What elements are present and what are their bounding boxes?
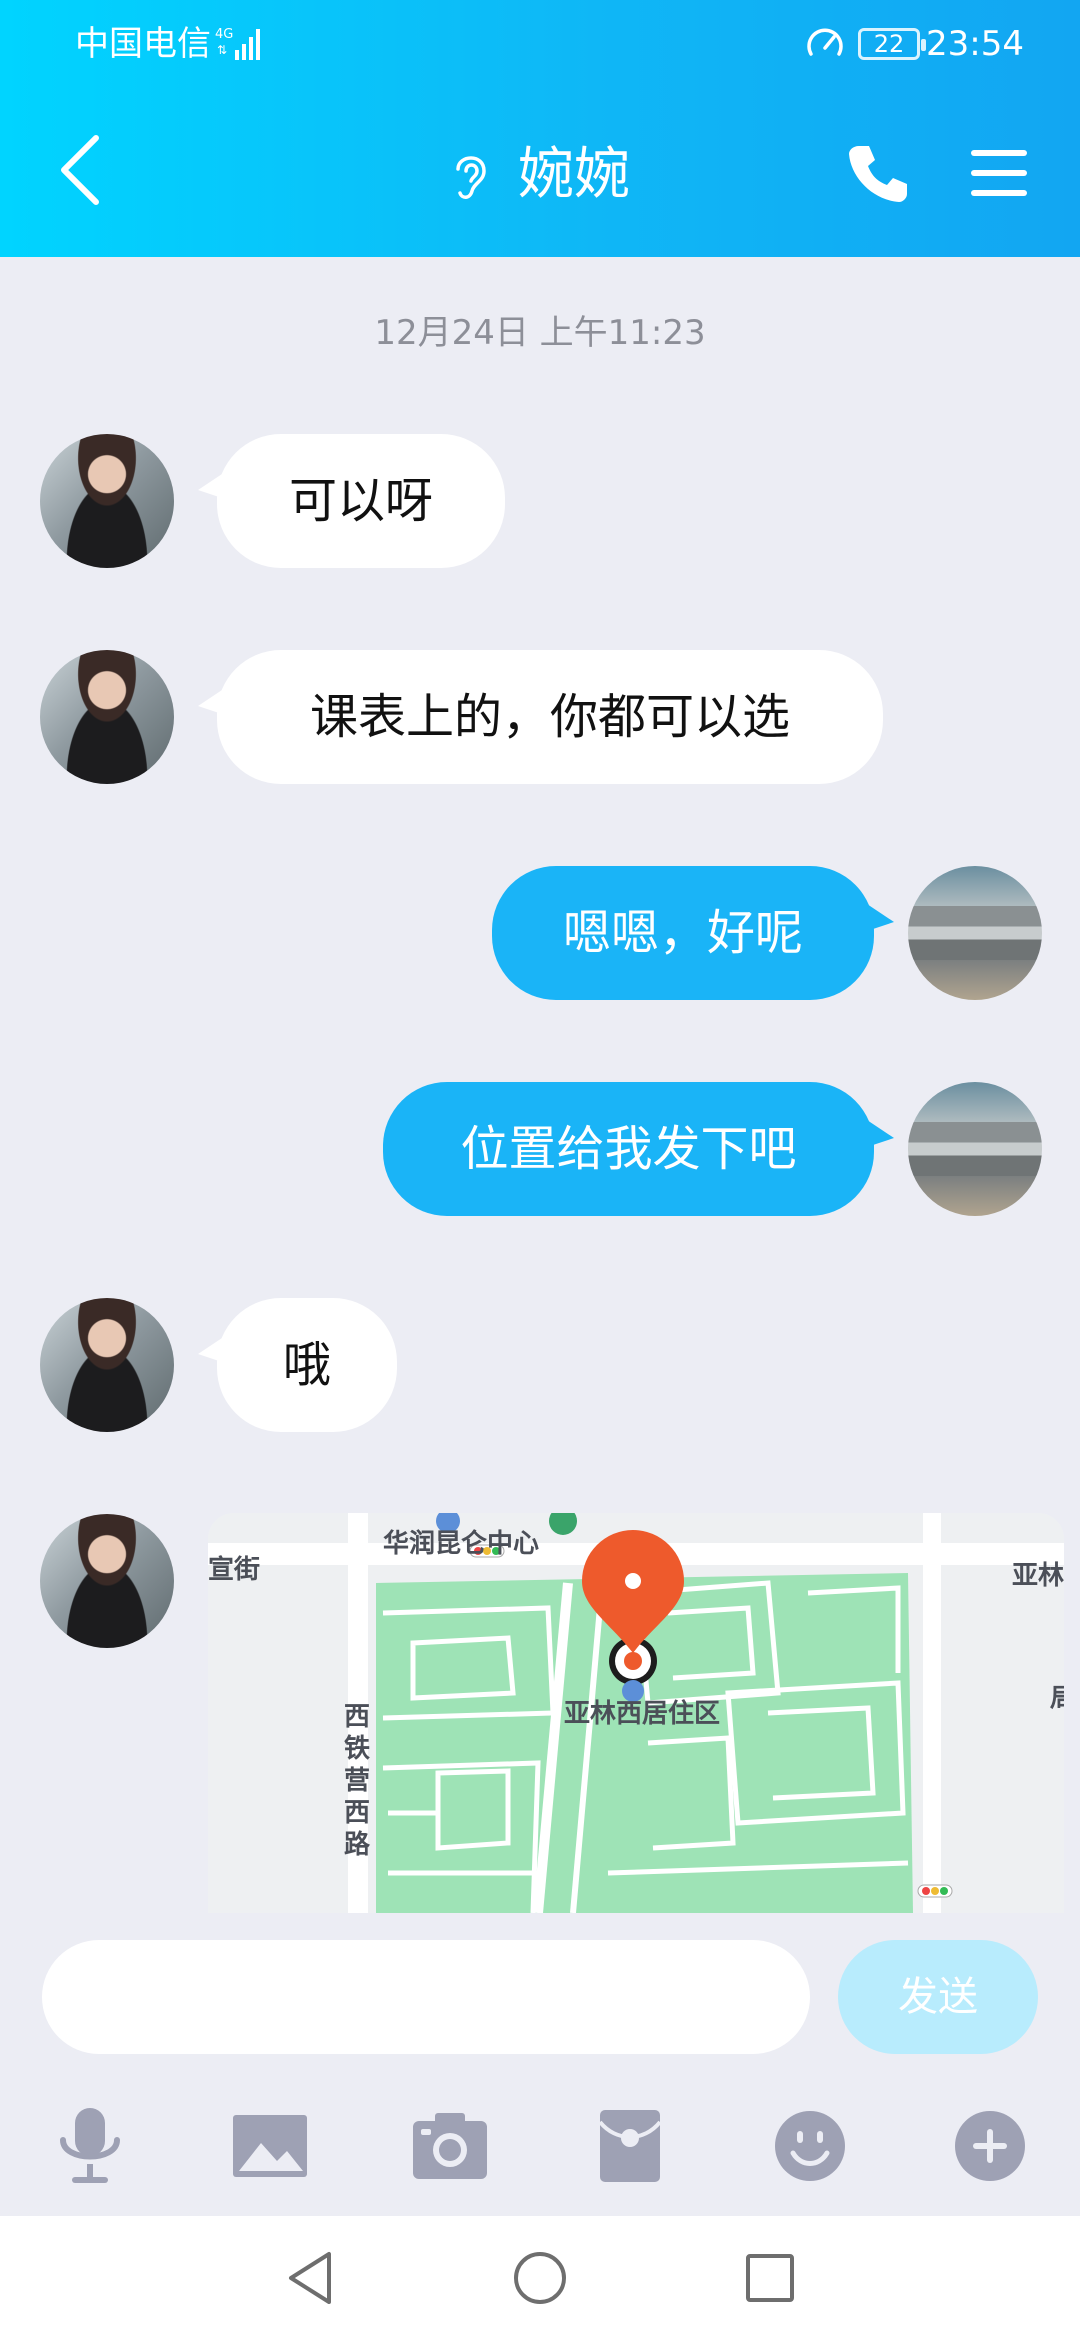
camera-button[interactable] bbox=[410, 2106, 490, 2186]
image-icon bbox=[233, 2115, 307, 2177]
map-label-left: 宣街 bbox=[208, 1555, 261, 1585]
call-button[interactable] bbox=[845, 140, 911, 206]
menu-button[interactable] bbox=[965, 140, 1031, 206]
location-card[interactable]: 华润昆仑中心 宣街 亚林 局 西铁营西路 亚林西居住区 bbox=[208, 1513, 1064, 1913]
contact-avatar[interactable] bbox=[40, 1298, 174, 1432]
message-bubble-incoming[interactable]: 课表上的，你都可以选 bbox=[217, 650, 883, 784]
my-avatar[interactable] bbox=[908, 866, 1042, 1000]
image-button[interactable] bbox=[230, 2106, 310, 2186]
speed-icon bbox=[807, 28, 843, 56]
my-avatar[interactable] bbox=[908, 1082, 1042, 1216]
message-bubble-incoming[interactable]: 哦 bbox=[217, 1298, 397, 1432]
chat-header: 中国电信 4G ⇅ 22 23:54 婉婉 bbox=[0, 0, 1080, 257]
map-label-right: 亚林 bbox=[1012, 1561, 1064, 1591]
status-bar: 中国电信 4G ⇅ 22 23:54 bbox=[0, 0, 1080, 90]
title-area: 婉婉 bbox=[0, 135, 1080, 215]
contact-avatar[interactable] bbox=[40, 1514, 174, 1648]
message-bubble-incoming[interactable]: 可以呀 bbox=[217, 434, 505, 568]
emoji-button[interactable] bbox=[770, 2106, 850, 2186]
circle-home-icon bbox=[514, 2252, 566, 2304]
battery-indicator: 22 bbox=[858, 28, 926, 60]
plus-icon bbox=[955, 2111, 1025, 2181]
microphone-icon bbox=[60, 2108, 120, 2183]
contact-avatar[interactable] bbox=[40, 650, 174, 784]
message-input[interactable] bbox=[42, 1940, 810, 2054]
contact-name: 婉婉 bbox=[518, 142, 630, 207]
map-place-name: 亚林西居住区 bbox=[564, 1699, 721, 1729]
network-type: 4G bbox=[215, 27, 233, 42]
message-bubble-outgoing[interactable]: 位置给我发下吧 bbox=[383, 1082, 874, 1216]
camera-icon bbox=[413, 2113, 487, 2179]
voice-button[interactable] bbox=[50, 2106, 130, 2186]
nav-recents-button[interactable] bbox=[738, 2246, 802, 2310]
send-button[interactable]: 发送 bbox=[838, 1940, 1038, 2054]
map-label-edge: 局 bbox=[1050, 1684, 1064, 1714]
square-recents-icon bbox=[746, 2254, 794, 2302]
nav-back-button[interactable] bbox=[278, 2246, 342, 2310]
carrier-name: 中国电信 bbox=[75, 24, 211, 64]
emoji-icon bbox=[775, 2111, 845, 2181]
phone-icon bbox=[849, 146, 907, 202]
svg-text:⇅: ⇅ bbox=[217, 43, 227, 57]
map-label-top: 华润昆仑中心 bbox=[383, 1529, 540, 1559]
menu-icon bbox=[971, 150, 1027, 196]
more-button[interactable] bbox=[950, 2106, 1030, 2186]
map-label-road: 西铁营西路 bbox=[344, 1702, 371, 1860]
red-packet-button[interactable] bbox=[590, 2106, 670, 2186]
status-time: 23:54 bbox=[926, 24, 1024, 64]
ear-icon[interactable] bbox=[450, 147, 492, 203]
triangle-back-icon bbox=[289, 2252, 331, 2304]
contact-avatar[interactable] bbox=[40, 434, 174, 568]
nav-home-button[interactable] bbox=[508, 2246, 572, 2310]
message-timestamp: 12月24日 上午11:23 bbox=[374, 313, 706, 353]
signal-icon: 4G ⇅ bbox=[215, 27, 260, 60]
red-packet-icon bbox=[598, 2110, 662, 2182]
message-bubble-outgoing[interactable]: 嗯嗯，好呢 bbox=[492, 866, 874, 1000]
system-navigation-bar bbox=[0, 2216, 1080, 2340]
